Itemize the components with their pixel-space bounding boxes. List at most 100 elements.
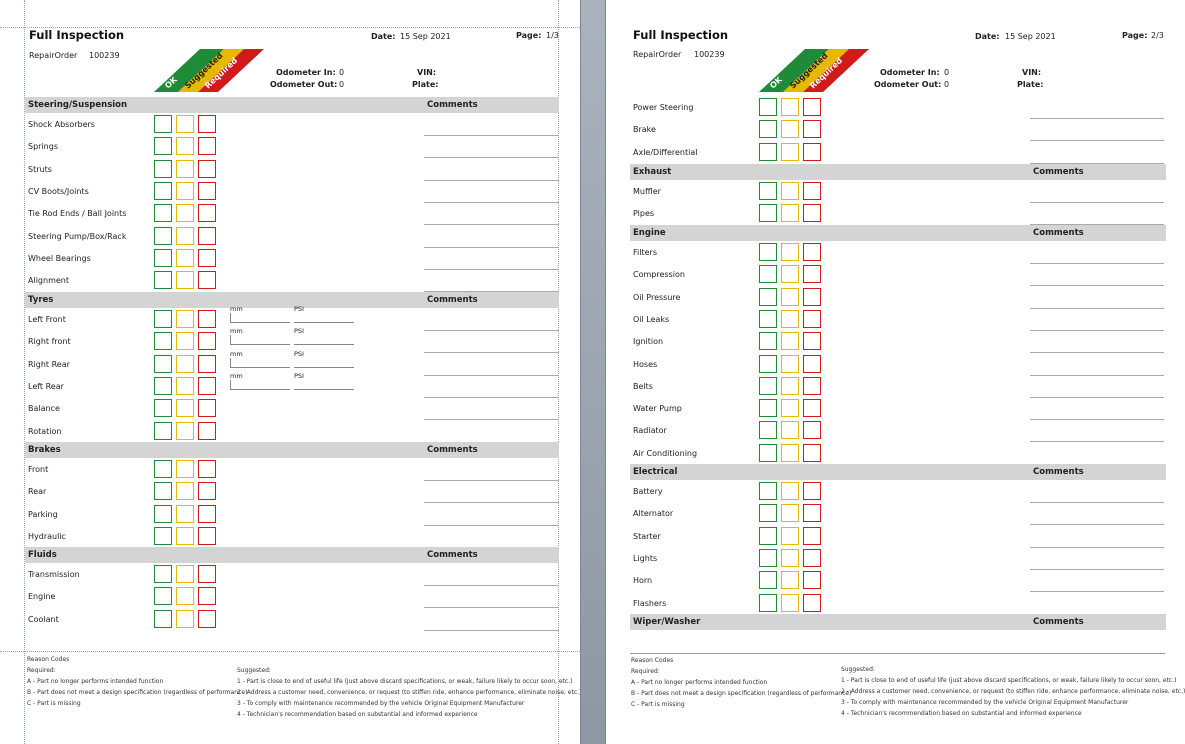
ok-checkbox[interactable] — [154, 159, 172, 178]
ok-checkbox[interactable] — [154, 421, 172, 440]
ok-checkbox[interactable] — [759, 399, 777, 418]
ok-checkbox[interactable] — [759, 354, 777, 373]
suggested-checkbox[interactable] — [176, 460, 194, 478]
suggested-checkbox[interactable] — [176, 271, 194, 290]
psi-input-line[interactable] — [294, 313, 354, 323]
suggested-checkbox[interactable] — [781, 354, 799, 373]
required-checkbox[interactable] — [803, 504, 821, 523]
mm-input-line[interactable] — [230, 313, 290, 323]
suggested-checkbox[interactable] — [176, 399, 194, 418]
ok-checkbox[interactable] — [154, 399, 172, 418]
ok-checkbox[interactable] — [154, 332, 172, 351]
required-checkbox[interactable] — [803, 482, 821, 500]
ok-checkbox[interactable] — [759, 482, 777, 500]
required-checkbox[interactable] — [803, 182, 821, 200]
suggested-checkbox[interactable] — [176, 137, 194, 156]
suggested-checkbox[interactable] — [176, 609, 194, 628]
ok-checkbox[interactable] — [154, 526, 172, 545]
suggested-checkbox[interactable] — [781, 571, 799, 590]
ok-checkbox[interactable] — [759, 504, 777, 523]
suggested-checkbox[interactable] — [176, 504, 194, 523]
required-checkbox[interactable] — [803, 309, 821, 328]
suggested-checkbox[interactable] — [176, 248, 194, 267]
ok-checkbox[interactable] — [154, 248, 172, 267]
suggested-checkbox[interactable] — [176, 204, 194, 223]
ok-checkbox[interactable] — [759, 204, 777, 223]
suggested-checkbox[interactable] — [781, 243, 799, 261]
ok-checkbox[interactable] — [154, 482, 172, 501]
required-checkbox[interactable] — [198, 399, 216, 418]
required-checkbox[interactable] — [803, 287, 821, 306]
ok-checkbox[interactable] — [759, 376, 777, 395]
suggested-checkbox[interactable] — [176, 565, 194, 583]
ok-checkbox[interactable] — [154, 609, 172, 628]
suggested-checkbox[interactable] — [781, 443, 799, 462]
suggested-checkbox[interactable] — [176, 226, 194, 245]
suggested-checkbox[interactable] — [176, 332, 194, 351]
ok-checkbox[interactable] — [759, 265, 777, 284]
suggested-checkbox[interactable] — [176, 376, 194, 395]
required-checkbox[interactable] — [803, 593, 821, 612]
required-checkbox[interactable] — [803, 98, 821, 116]
suggested-checkbox[interactable] — [781, 287, 799, 306]
ok-checkbox[interactable] — [759, 571, 777, 590]
required-checkbox[interactable] — [198, 482, 216, 501]
suggested-checkbox[interactable] — [176, 181, 194, 200]
required-checkbox[interactable] — [803, 120, 821, 139]
mm-input-line[interactable] — [230, 379, 290, 390]
suggested-checkbox[interactable] — [176, 526, 194, 545]
required-checkbox[interactable] — [198, 310, 216, 328]
ok-checkbox[interactable] — [759, 593, 777, 612]
suggested-checkbox[interactable] — [781, 332, 799, 351]
required-checkbox[interactable] — [198, 115, 216, 133]
required-checkbox[interactable] — [803, 571, 821, 590]
required-checkbox[interactable] — [803, 354, 821, 373]
suggested-checkbox[interactable] — [781, 204, 799, 223]
required-checkbox[interactable] — [198, 159, 216, 178]
suggested-checkbox[interactable] — [781, 548, 799, 567]
required-checkbox[interactable] — [803, 421, 821, 440]
suggested-checkbox[interactable] — [781, 593, 799, 612]
ok-checkbox[interactable] — [759, 120, 777, 139]
suggested-checkbox[interactable] — [176, 115, 194, 133]
mm-input-line[interactable] — [230, 357, 290, 368]
required-checkbox[interactable] — [803, 204, 821, 223]
required-checkbox[interactable] — [198, 565, 216, 583]
required-checkbox[interactable] — [198, 609, 216, 628]
required-checkbox[interactable] — [803, 332, 821, 351]
required-checkbox[interactable] — [198, 354, 216, 373]
required-checkbox[interactable] — [198, 376, 216, 395]
ok-checkbox[interactable] — [154, 137, 172, 156]
ok-checkbox[interactable] — [154, 565, 172, 583]
psi-input-line[interactable] — [294, 358, 354, 368]
ok-checkbox[interactable] — [154, 271, 172, 290]
suggested-checkbox[interactable] — [781, 376, 799, 395]
suggested-checkbox[interactable] — [781, 120, 799, 139]
suggested-checkbox[interactable] — [176, 159, 194, 178]
suggested-checkbox[interactable] — [781, 309, 799, 328]
suggested-checkbox[interactable] — [781, 526, 799, 545]
ok-checkbox[interactable] — [759, 526, 777, 545]
suggested-checkbox[interactable] — [781, 265, 799, 284]
ok-checkbox[interactable] — [154, 226, 172, 245]
required-checkbox[interactable] — [198, 421, 216, 440]
required-checkbox[interactable] — [198, 181, 216, 200]
required-checkbox[interactable] — [803, 243, 821, 261]
required-checkbox[interactable] — [198, 137, 216, 156]
ok-checkbox[interactable] — [759, 98, 777, 116]
ok-checkbox[interactable] — [154, 181, 172, 200]
required-checkbox[interactable] — [803, 265, 821, 284]
suggested-checkbox[interactable] — [781, 421, 799, 440]
ok-checkbox[interactable] — [154, 115, 172, 133]
required-checkbox[interactable] — [803, 142, 821, 161]
ok-checkbox[interactable] — [759, 421, 777, 440]
suggested-checkbox[interactable] — [176, 482, 194, 501]
ok-checkbox[interactable] — [154, 376, 172, 395]
required-checkbox[interactable] — [198, 332, 216, 351]
ok-checkbox[interactable] — [154, 460, 172, 478]
suggested-checkbox[interactable] — [781, 504, 799, 523]
required-checkbox[interactable] — [198, 460, 216, 478]
required-checkbox[interactable] — [803, 526, 821, 545]
psi-input-line[interactable] — [294, 380, 354, 390]
required-checkbox[interactable] — [198, 204, 216, 223]
